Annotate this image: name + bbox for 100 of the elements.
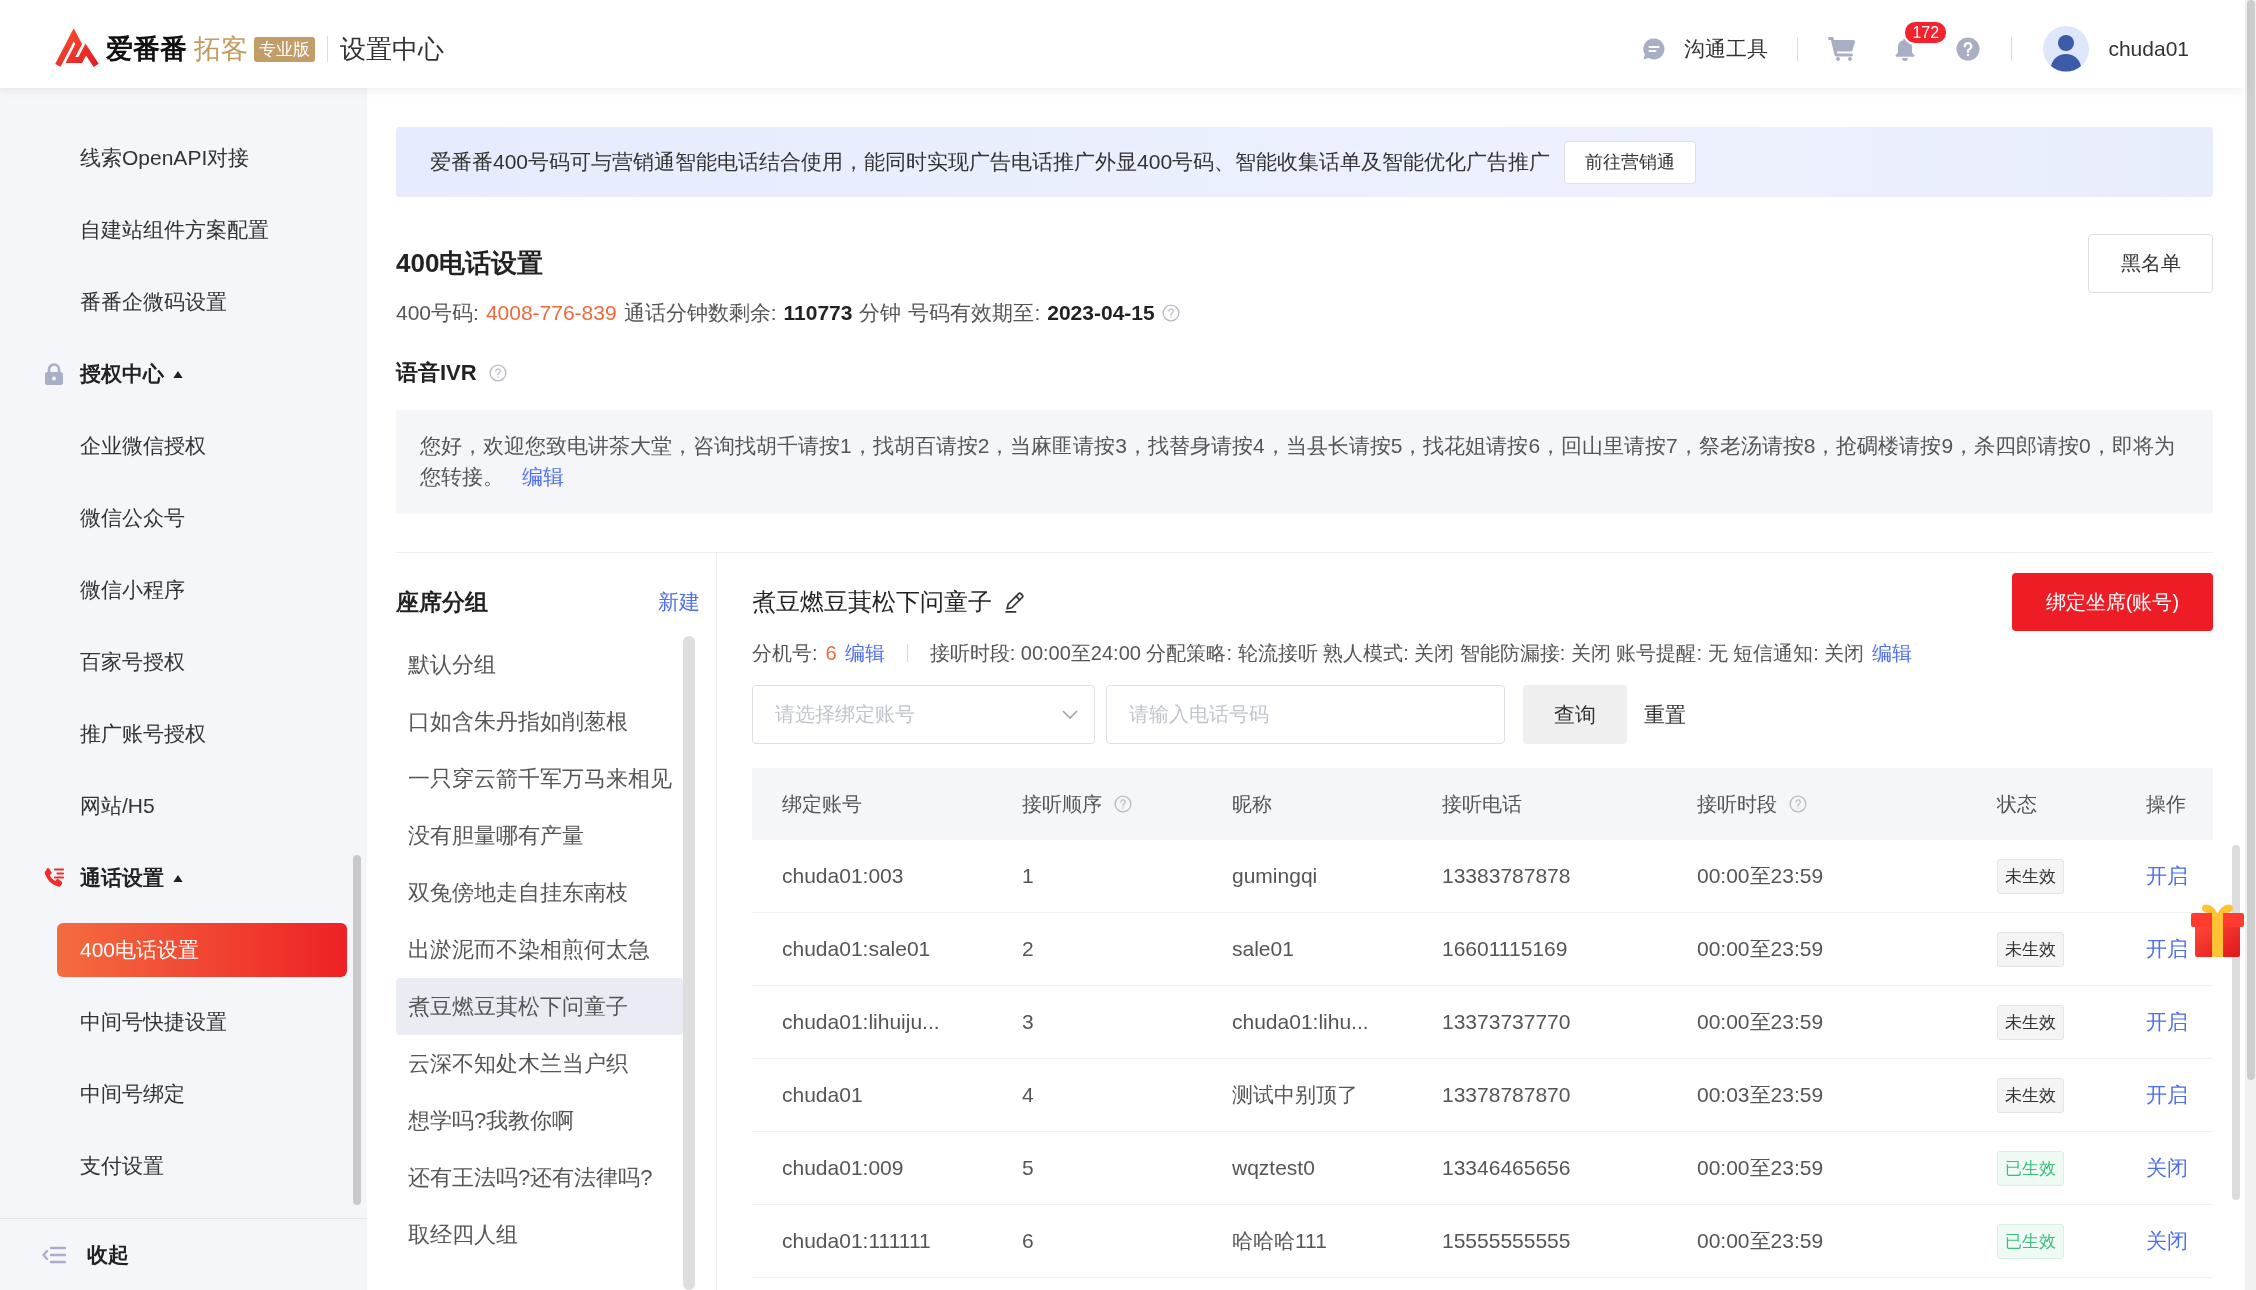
group-item[interactable]: 煮豆燃豆萁松下问童子 xyxy=(396,978,683,1035)
group-item[interactable]: 还有王法吗?还有法律吗? xyxy=(396,1149,683,1206)
group-item[interactable]: 双兔傍地走自挂东南枝 xyxy=(396,864,683,921)
ivr-title: 语音IVR xyxy=(396,359,477,387)
table-cell-text: 测试中别顶了 xyxy=(1232,1082,1358,1108)
table-cell: 3 xyxy=(1022,1010,1034,1034)
table-cell-text: 00:00至23:59 xyxy=(1697,863,1824,889)
table-cell-text: 哈哈哈111 xyxy=(1232,1228,1327,1254)
reset-button[interactable]: 重置 xyxy=(1644,700,1686,729)
sidebar-item[interactable]: 线索OpenAPI对接 xyxy=(57,131,347,185)
table-cell: sale01 xyxy=(1232,937,1294,961)
sidebar-section[interactable]: 授权中心 xyxy=(42,338,183,410)
help-icon[interactable] xyxy=(1789,795,1807,813)
user-menu-button[interactable]: chuda01 xyxy=(2043,26,2189,72)
status-badge: 未生效 xyxy=(1997,858,2064,894)
help-icon[interactable] xyxy=(488,364,507,382)
sidebar-item[interactable]: 企业微信授权 xyxy=(57,419,347,473)
action-link[interactable]: 开启 xyxy=(2146,1081,2188,1109)
sidebar-item[interactable]: 支付设置 xyxy=(57,1139,347,1193)
column-header: 昵称 xyxy=(1232,791,1272,817)
table-cell: 13373737770 xyxy=(1442,1010,1571,1034)
bind-seat-button[interactable]: 绑定坐席(账号) xyxy=(2012,573,2213,631)
table-cell: 4 xyxy=(1022,1083,1034,1107)
action-link[interactable]: 关闭 xyxy=(2146,1227,2188,1255)
product-name: 拓客 xyxy=(194,33,248,66)
table-cell: chuda01:003 xyxy=(782,864,904,888)
page-title: 设置中心 xyxy=(340,32,444,66)
group-item[interactable]: 出淤泥而不染相煎何太急 xyxy=(396,921,683,978)
new-group-link[interactable]: 新建 xyxy=(658,588,700,616)
table-cell: chuda01:lihuiju... xyxy=(782,1010,940,1034)
communication-tools-button[interactable]: 沟通工具 xyxy=(1642,35,1769,63)
group-item[interactable]: 一只穿云箭千军万马来相见 xyxy=(396,750,683,807)
table-cell: 15555555555 xyxy=(1442,1229,1571,1253)
table-cell: 1 xyxy=(1022,864,1034,888)
action-link[interactable]: 开启 xyxy=(2146,862,2188,890)
column-header: 操作 xyxy=(2146,791,2186,817)
action-link[interactable]: 关闭 xyxy=(2146,1154,2188,1182)
group-item[interactable]: 口如含朱丹指如削葱根 xyxy=(396,693,683,750)
sidebar-item[interactable]: 网站/H5 xyxy=(57,779,347,833)
sidebar-item[interactable]: 番番企微码设置 xyxy=(57,275,347,329)
group-item[interactable]: 云深不知处木兰当户织 xyxy=(396,1035,683,1092)
table-cell: 16601115169 xyxy=(1442,937,1568,961)
go-to-marketing-button[interactable]: 前往营销通 xyxy=(1564,140,1697,184)
table-cell: 2 xyxy=(1022,937,1034,961)
blacklist-button[interactable]: 黑名单 xyxy=(2088,234,2213,293)
sidebar-section[interactable]: 通话设置 xyxy=(42,842,183,914)
action-link[interactable]: 开启 xyxy=(2146,1008,2188,1036)
column-header: 接听时段 xyxy=(1697,791,1777,817)
table-cell: 13346465656 xyxy=(1442,1156,1571,1180)
cart-icon[interactable] xyxy=(1828,37,1856,61)
column-header: 接听顺序 xyxy=(1022,791,1102,817)
edit-link[interactable]: 编辑 xyxy=(1872,639,1913,667)
phone-icon xyxy=(42,866,66,890)
table-cell: chuda01:lihu... xyxy=(1232,1010,1369,1034)
sidebar-item[interactable]: 微信小程序 xyxy=(57,563,347,617)
edition-badge: 专业版 xyxy=(254,36,315,62)
group-item[interactable]: 默认分组 xyxy=(396,636,683,693)
status-badge: 未生效 xyxy=(1997,931,2064,967)
scrollbar[interactable] xyxy=(683,636,695,1290)
minutes-unit: 分钟 xyxy=(859,300,902,326)
table-cell: chuda01 xyxy=(782,1083,863,1107)
sidebar-item[interactable]: 中间号绑定 xyxy=(57,1067,347,1121)
sidebar-item[interactable]: 自建站组件方案配置 xyxy=(57,203,347,257)
group-item[interactable]: 想学吗?我教你啊 xyxy=(396,1092,683,1149)
query-button[interactable]: 查询 xyxy=(1523,685,1627,744)
minutes-value: 110773 xyxy=(783,301,853,325)
collapse-button[interactable]: 收起 xyxy=(42,1240,129,1269)
help-icon[interactable] xyxy=(1114,795,1132,813)
collapse-icon xyxy=(42,1244,66,1265)
help-icon[interactable] xyxy=(1161,304,1180,322)
scrollbar[interactable] xyxy=(2245,0,2256,1290)
sidebar-item[interactable]: 微信公众号 xyxy=(57,491,347,545)
pencil-icon[interactable] xyxy=(1005,591,1024,613)
group-item[interactable]: 没有胆量哪有产量 xyxy=(396,807,683,864)
help-icon[interactable] xyxy=(1956,37,1981,61)
table-cell: 13383787878 xyxy=(1442,864,1571,888)
action-link[interactable]: 开启 xyxy=(2146,935,2188,963)
section-title: 400电话设置 xyxy=(396,247,544,280)
group-item[interactable]: 取经四人组 xyxy=(396,1206,683,1263)
phone-input[interactable]: 请输入电话号码 xyxy=(1106,685,1505,744)
extension-number: 6 xyxy=(825,641,837,665)
status-badge: 已生效 xyxy=(1997,1223,2064,1259)
settings-summary: 接听时段: 00:00至24:00 分配策略: 轮流接听 熟人模式: 关闭 智能防漏接: 关闭 账号提醒: 无 短信通知: 关闭 xyxy=(929,640,1865,666)
table-cell-text: 00:00至23:59 xyxy=(1697,936,1824,962)
edit-link[interactable]: 编辑 xyxy=(844,639,885,667)
group-title: 煮豆燃豆萁松下问童子 xyxy=(752,587,992,617)
table-cell: 5 xyxy=(1022,1156,1034,1180)
phone-number: 4008-776-839 xyxy=(485,301,617,325)
table-cell: wqztest0 xyxy=(1232,1156,1315,1180)
extension-label: 分机号: xyxy=(752,640,818,666)
edit-link[interactable]: 编辑 xyxy=(522,465,564,488)
scrollbar[interactable] xyxy=(353,855,361,1205)
sidebar-item[interactable]: 百家号授权 xyxy=(57,635,347,689)
sidebar-item[interactable]: 推广账号授权 xyxy=(57,707,347,761)
number-label: 400号码: xyxy=(396,300,479,326)
ivr-message-text: 您好，欢迎您致电讲茶大堂，咨询找胡千请按1，找胡百请按2，当麻匪请按3，找替身请按4，当县长请按5，找花姐请按6，回山里请按7，祭老汤请按8，抢碉楼请按9，杀四郎请按0，即将为您转接。 编辑 xyxy=(420,433,2176,490)
logo-icon xyxy=(54,29,100,69)
sidebar-item[interactable]: 中间号快捷设置 xyxy=(57,995,347,1049)
table-cell: 6 xyxy=(1022,1229,1034,1253)
column-header: 接听电话 xyxy=(1442,791,1522,817)
